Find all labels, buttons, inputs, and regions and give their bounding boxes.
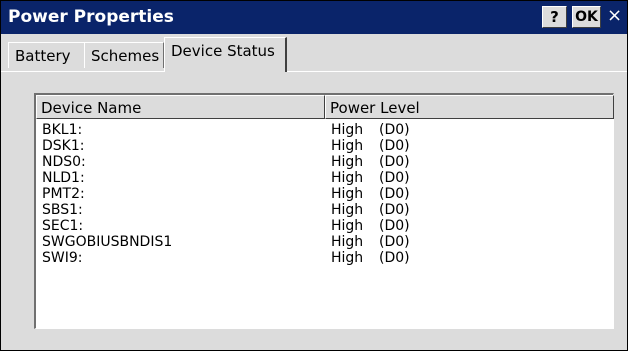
list-header: Device Name Power Level — [36, 95, 614, 119]
device-name-cell: BKL1: — [42, 122, 83, 138]
device-name-cell: SEC1: — [42, 218, 84, 234]
help-button[interactable]: ? — [542, 6, 567, 28]
list-item[interactable]: PMT2: High (D0) — [36, 186, 613, 202]
tab-divider — [1, 71, 627, 72]
power-state-cell: (D0) — [379, 122, 410, 138]
power-level-cell: High — [331, 122, 364, 138]
power-level-cell: High — [331, 154, 364, 170]
power-level-cell: High — [331, 170, 364, 186]
power-state-cell: (D0) — [379, 234, 410, 250]
ok-button[interactable]: OK — [572, 6, 601, 28]
column-header-power-level[interactable]: Power Level — [325, 95, 614, 119]
power-level-cell: High — [331, 234, 364, 250]
device-status-list[interactable]: Device Name Power Level BKL1: High (D0) … — [34, 93, 614, 329]
power-state-cell: (D0) — [379, 202, 410, 218]
power-state-cell: (D0) — [379, 250, 410, 266]
column-header-device-name[interactable]: Device Name — [36, 95, 325, 119]
list-item[interactable]: BKL1: High (D0) — [36, 122, 613, 138]
title-bar[interactable]: Power Properties ? OK × — [1, 1, 627, 34]
list-item[interactable]: NDS0: High (D0) — [36, 154, 613, 170]
power-state-cell: (D0) — [379, 170, 410, 186]
device-name-cell: NDS0: — [42, 154, 86, 170]
device-name-cell: NLD1: — [42, 170, 85, 186]
list-item[interactable]: DSK1: High (D0) — [36, 138, 613, 154]
close-button[interactable]: × — [604, 6, 625, 28]
power-properties-window: Power Properties ? OK × Battery Schemes … — [0, 0, 628, 351]
device-name-cell: SBS1: — [42, 202, 83, 218]
device-name-cell: PMT2: — [42, 186, 85, 202]
device-name-cell: DSK1: — [42, 138, 85, 154]
list-rows: BKL1: High (D0) DSK1: High (D0) NDS0: Hi… — [36, 122, 613, 266]
power-level-cell: High — [331, 138, 364, 154]
power-level-cell: High — [331, 202, 364, 218]
power-state-cell: (D0) — [379, 154, 410, 170]
list-item[interactable]: SEC1: High (D0) — [36, 218, 613, 234]
power-state-cell: (D0) — [379, 218, 410, 234]
power-level-cell: High — [331, 218, 364, 234]
tab-schemes[interactable]: Schemes — [84, 42, 164, 68]
window-title: Power Properties — [8, 7, 174, 27]
device-name-cell: SWI9: — [42, 250, 83, 266]
power-level-cell: High — [331, 250, 364, 266]
device-name-cell: SWGOBIUSBNDIS1 — [42, 234, 173, 250]
power-state-cell: (D0) — [379, 138, 410, 154]
power-level-cell: High — [331, 186, 364, 202]
tab-bar: Battery Schemes Device Status — [1, 34, 627, 72]
list-item[interactable]: SWI9: High (D0) — [36, 250, 613, 266]
list-item[interactable]: SBS1: High (D0) — [36, 202, 613, 218]
tab-battery[interactable]: Battery — [8, 42, 85, 68]
tab-device-status[interactable]: Device Status — [164, 37, 287, 72]
power-state-cell: (D0) — [379, 186, 410, 202]
list-item[interactable]: NLD1: High (D0) — [36, 170, 613, 186]
list-item[interactable]: SWGOBIUSBNDIS1 High (D0) — [36, 234, 613, 250]
